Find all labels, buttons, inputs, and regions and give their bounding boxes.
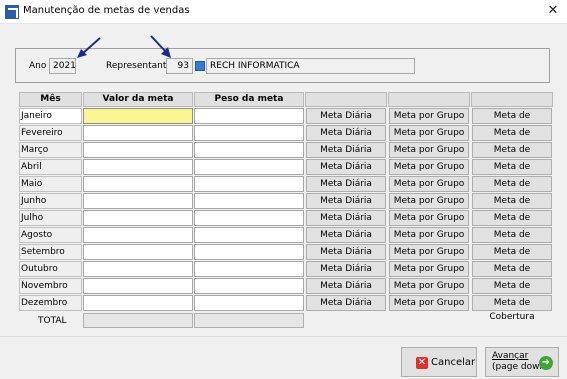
peso-meta-input[interactable] [194, 261, 304, 277]
valor-meta-input[interactable] [83, 193, 193, 209]
meta-de-cobertura-button[interactable]: Meta de Cobertura [472, 108, 552, 135]
peso-meta-input[interactable] [194, 159, 304, 175]
representante-code-field[interactable]: 93 [166, 58, 193, 74]
meta-de-cobertura-button[interactable]: Meta de Cobertura [472, 142, 552, 169]
peso-meta-input[interactable] [194, 295, 304, 311]
annotation-arrow-representante [150, 35, 171, 58]
total-label: TOTAL [38, 316, 67, 326]
meta-diaria-button[interactable]: Meta Diária [306, 193, 386, 209]
month-cell: Fevereiro [19, 125, 82, 141]
arrow-right-icon: ➜ [539, 356, 553, 370]
peso-meta-input[interactable] [194, 227, 304, 243]
meta-de-cobertura-button[interactable]: Meta de Cobertura [472, 125, 552, 152]
meta-por-grupo-button[interactable]: Meta por Grupo [389, 159, 469, 175]
meta-de-cobertura-button[interactable]: Meta de Cobertura [472, 261, 552, 288]
ano-field[interactable]: 2021 [49, 58, 76, 74]
peso-meta-input[interactable] [194, 142, 304, 158]
ano-label: Ano [29, 61, 47, 71]
peso-meta-input[interactable] [194, 108, 304, 124]
valor-meta-input[interactable] [83, 295, 193, 311]
month-cell: Novembro [19, 278, 82, 294]
peso-meta-input[interactable] [194, 244, 304, 260]
meta-diaria-button[interactable]: Meta Diária [306, 125, 386, 141]
meta-por-grupo-button[interactable]: Meta por Grupo [389, 108, 469, 124]
meta-diaria-button[interactable]: Meta Diária [306, 108, 386, 124]
meta-diaria-button[interactable]: Meta Diária [306, 210, 386, 226]
meta-por-grupo-button[interactable]: Meta por Grupo [389, 125, 469, 141]
peso-meta-input[interactable] [194, 193, 304, 209]
meta-por-grupo-button[interactable]: Meta por Grupo [389, 193, 469, 209]
month-cell: Maio [19, 176, 82, 192]
meta-de-cobertura-button[interactable]: Meta de Cobertura [472, 210, 552, 237]
valor-meta-input[interactable] [83, 227, 193, 243]
month-cell: Janeiro [19, 108, 82, 124]
meta-por-grupo-button[interactable]: Meta por Grupo [389, 142, 469, 158]
title-bar: Manutenção de metas de vendas ✕ [0, 0, 567, 24]
header-valor-meta: Valor da meta [83, 92, 193, 107]
meta-diaria-button[interactable]: Meta Diária [306, 278, 386, 294]
peso-meta-input[interactable] [194, 210, 304, 226]
month-cell: Abril [19, 159, 82, 175]
meta-diaria-button[interactable]: Meta Diária [306, 176, 386, 192]
meta-de-cobertura-button[interactable]: Meta de Cobertura [472, 193, 552, 220]
valor-meta-input[interactable] [83, 278, 193, 294]
representante-label: Representante [106, 61, 172, 71]
month-cell: Outubro [19, 261, 82, 277]
peso-meta-input[interactable] [194, 176, 304, 192]
annotation-arrow-ano [77, 37, 101, 58]
valor-meta-input[interactable] [83, 142, 193, 158]
valor-meta-input[interactable] [83, 125, 193, 141]
meta-por-grupo-button[interactable]: Meta por Grupo [389, 176, 469, 192]
meta-diaria-button[interactable]: Meta Diária [306, 159, 386, 175]
footer: ✕ Cancelar Avançar (page down) ➜ [0, 336, 567, 379]
meta-diaria-button[interactable]: Meta Diária [306, 227, 386, 243]
valor-meta-input[interactable] [83, 176, 193, 192]
month-cell: Dezembro [19, 295, 82, 311]
meta-diaria-button[interactable]: Meta Diária [306, 244, 386, 260]
meta-de-cobertura-button[interactable]: Meta de Cobertura [472, 244, 552, 271]
month-cell: Julho [19, 210, 82, 226]
peso-meta-input[interactable] [194, 278, 304, 294]
valor-meta-input[interactable] [83, 261, 193, 277]
header-blank-1 [305, 92, 387, 107]
meta-de-cobertura-button[interactable]: Meta de Cobertura [472, 176, 552, 203]
peso-meta-input[interactable] [194, 125, 304, 141]
month-cell: Setembro [19, 244, 82, 260]
meta-de-cobertura-button[interactable]: Meta de Cobertura [472, 278, 552, 305]
valor-meta-input[interactable] [83, 159, 193, 175]
meta-diaria-button[interactable]: Meta Diária [306, 261, 386, 277]
meta-por-grupo-button[interactable]: Meta por Grupo [389, 210, 469, 226]
meta-diaria-button[interactable]: Meta Diária [306, 142, 386, 158]
cancel-icon: ✕ [416, 357, 428, 369]
meta-por-grupo-button[interactable]: Meta por Grupo [389, 261, 469, 277]
header-peso-meta: Peso da meta [194, 92, 304, 107]
meta-por-grupo-button[interactable]: Meta por Grupo [389, 295, 469, 311]
header-mes: Mês [19, 92, 82, 107]
total-peso [194, 313, 304, 328]
valor-meta-input[interactable] [83, 244, 193, 260]
month-cell: Agosto [19, 227, 82, 243]
meta-por-grupo-button[interactable]: Meta por Grupo [389, 244, 469, 260]
cancel-button[interactable]: ✕ Cancelar [401, 347, 477, 377]
window-title: Manutenção de metas de vendas [23, 5, 190, 16]
next-button[interactable]: Avançar (page down) ➜ [485, 347, 559, 377]
app-icon [5, 5, 19, 19]
month-cell: Junho [19, 193, 82, 209]
valor-meta-input[interactable] [83, 210, 193, 226]
meta-por-grupo-button[interactable]: Meta por Grupo [389, 278, 469, 294]
cancel-label: Cancelar [431, 357, 476, 368]
header-blank-3 [471, 92, 553, 107]
close-icon[interactable]: ✕ [545, 3, 561, 19]
meta-por-grupo-button[interactable]: Meta por Grupo [389, 227, 469, 243]
total-valor [83, 313, 193, 328]
meta-de-cobertura-button[interactable]: Meta de Cobertura [472, 227, 552, 254]
meta-de-cobertura-button[interactable]: Meta de Cobertura [472, 295, 552, 322]
representante-name-field: RECH INFORMATICA [206, 58, 415, 74]
lookup-icon[interactable] [195, 61, 205, 71]
valor-meta-input[interactable] [83, 108, 193, 124]
header-blank-2 [388, 92, 470, 107]
month-cell: Março [19, 142, 82, 158]
meta-diaria-button[interactable]: Meta Diária [306, 295, 386, 311]
meta-de-cobertura-button[interactable]: Meta de Cobertura [472, 159, 552, 186]
